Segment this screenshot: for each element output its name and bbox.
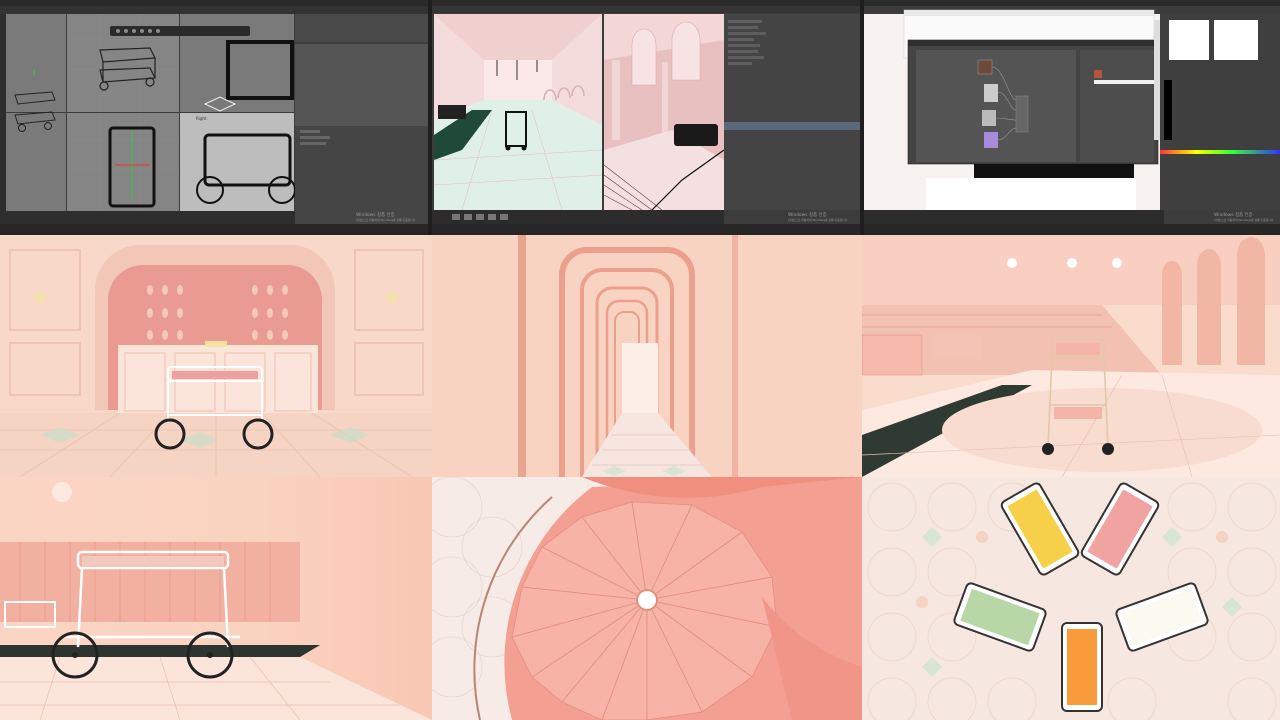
viewport-label: Right (196, 116, 207, 121)
activation-watermark-title: Windows 정품 인증 (788, 211, 827, 218)
activation-watermark-sub: [설정]으로 이동하여 Windows를 정품 인증합니다. (788, 218, 848, 222)
render-front-desk (0, 235, 432, 477)
screen-node-editor: Windows 정품 인증 [설정]으로 이동하여 Windows를 정품 인증… (864, 0, 1280, 235)
render-arch-tunnel (432, 235, 862, 477)
activation-watermark-title: Windows 정품 인증 (1214, 211, 1253, 218)
render-cart-side (0, 477, 432, 720)
render-lounge-cart (862, 235, 1280, 477)
screen-3d-viewports: Right Windows 정품 인증 [설정]으로 이동하여 Windows를… (0, 0, 428, 235)
screen-render-viewport: Windows 정품 인증 [설정]으로 이동하여 Windows를 정품 인증… (432, 0, 860, 235)
activation-watermark-sub: [설정]으로 이동하여 Windows를 정품 인증합니다. (356, 218, 416, 222)
activation-watermark-sub: [설정]으로 이동하여 Windows를 정품 인증합니다. (1214, 218, 1274, 222)
render-carts-top-view (862, 477, 1280, 720)
render-spiral-stairs (432, 477, 862, 720)
activation-watermark-title: Windows 정품 인증 (356, 211, 395, 218)
